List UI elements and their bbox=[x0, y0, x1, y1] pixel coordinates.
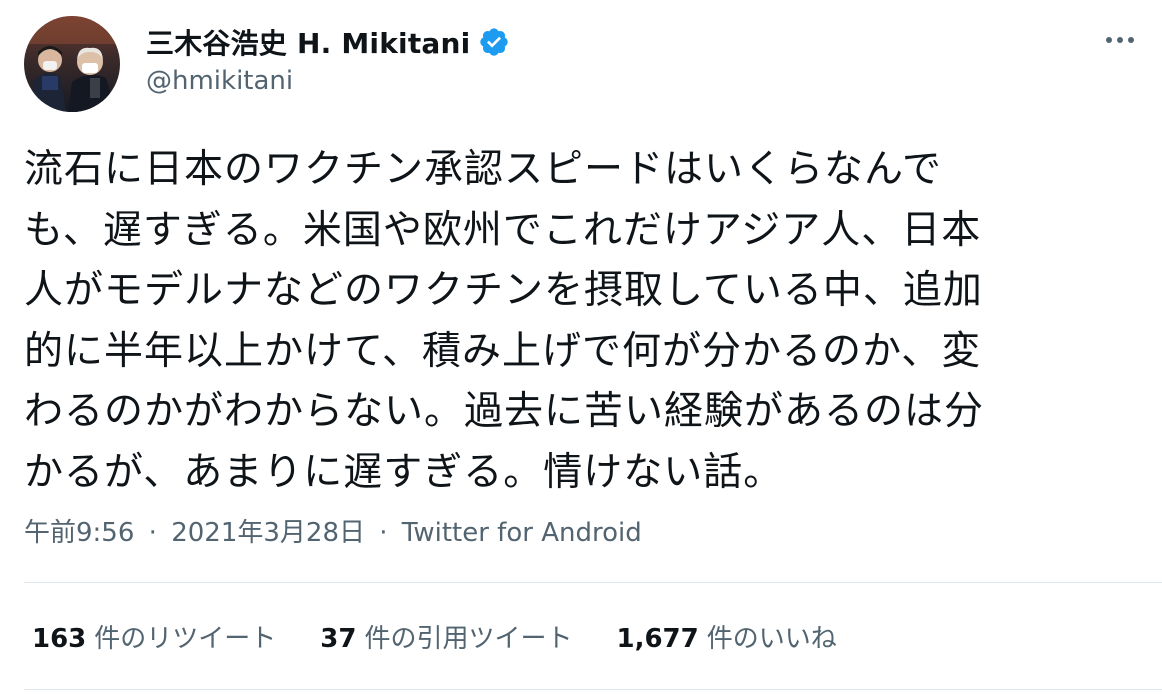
tweet-text-line: かるが、あまりに遅すぎる。情けない話。 bbox=[24, 449, 784, 495]
divider bbox=[24, 689, 1162, 690]
divider bbox=[24, 582, 1162, 583]
verified-badge-icon bbox=[478, 26, 510, 58]
more-options-icon[interactable] bbox=[1100, 26, 1140, 54]
tweet-stats: 163 件のリツイート 37 件の引用ツイート 1,677 件のいいね bbox=[32, 618, 881, 655]
likes-label: 件のいいね bbox=[706, 624, 837, 654]
tweet-text-line: 人がモデルナなどのワクチンを摂取している中、追加 bbox=[24, 268, 983, 313]
display-name-row: 三木谷浩史 H. Mikitani bbox=[146, 22, 510, 62]
retweets-count: 163 bbox=[32, 624, 87, 654]
likes-stat[interactable]: 1,677 件のいいね bbox=[617, 618, 837, 655]
quotes-count: 37 bbox=[320, 624, 357, 654]
tweet-meta: 午前9:56 · 2021年3月28日 · Twitter for Androi… bbox=[24, 512, 642, 549]
tweet-text-line: も、遅すぎる。米国や欧州でこれだけアジア人、日本 bbox=[24, 207, 982, 253]
likes-count: 1,677 bbox=[616, 624, 699, 654]
tweet-source[interactable]: Twitter for Android bbox=[402, 518, 642, 548]
meta-separator: · bbox=[379, 518, 388, 548]
author-handle[interactable]: @hmikitani bbox=[146, 66, 510, 96]
author-avatar[interactable] bbox=[24, 16, 120, 112]
retweets-stat[interactable]: 163 件のリツイート bbox=[32, 618, 276, 655]
retweets-label: 件のリツイート bbox=[94, 624, 277, 654]
quotes-stat[interactable]: 37 件の引用ツイート bbox=[320, 618, 572, 655]
meta-separator: · bbox=[148, 518, 157, 548]
tweet-text-line: わるのかがわからない。過去に苦い経験があるのは分 bbox=[24, 389, 985, 434]
tweet-text-line: 流石に日本のワクチン承認スピードはいくらなんで bbox=[24, 147, 943, 192]
tweet-time[interactable]: 午前9:56 bbox=[24, 518, 134, 548]
avatar-photo bbox=[24, 16, 120, 112]
author-header: 三木谷浩史 H. Mikitani @hmikitani bbox=[146, 22, 510, 96]
quotes-label: 件の引用ツイート bbox=[364, 624, 573, 654]
tweet-card: 三木谷浩史 H. Mikitani @hmikitani 流石に日本のワクチン承… bbox=[0, 0, 1162, 694]
tweet-text-line: 的に半年以上かけて、積み上げで何が分かるのか、変 bbox=[24, 328, 982, 374]
author-display-name[interactable]: 三木谷浩史 H. Mikitani bbox=[146, 22, 470, 62]
tweet-text: 流石に日本のワクチン承認スピードはいくらなんで も、遅すぎる。米国や欧州でこれだ… bbox=[24, 140, 1134, 503]
tweet-date[interactable]: 2021年3月28日 bbox=[171, 518, 365, 548]
